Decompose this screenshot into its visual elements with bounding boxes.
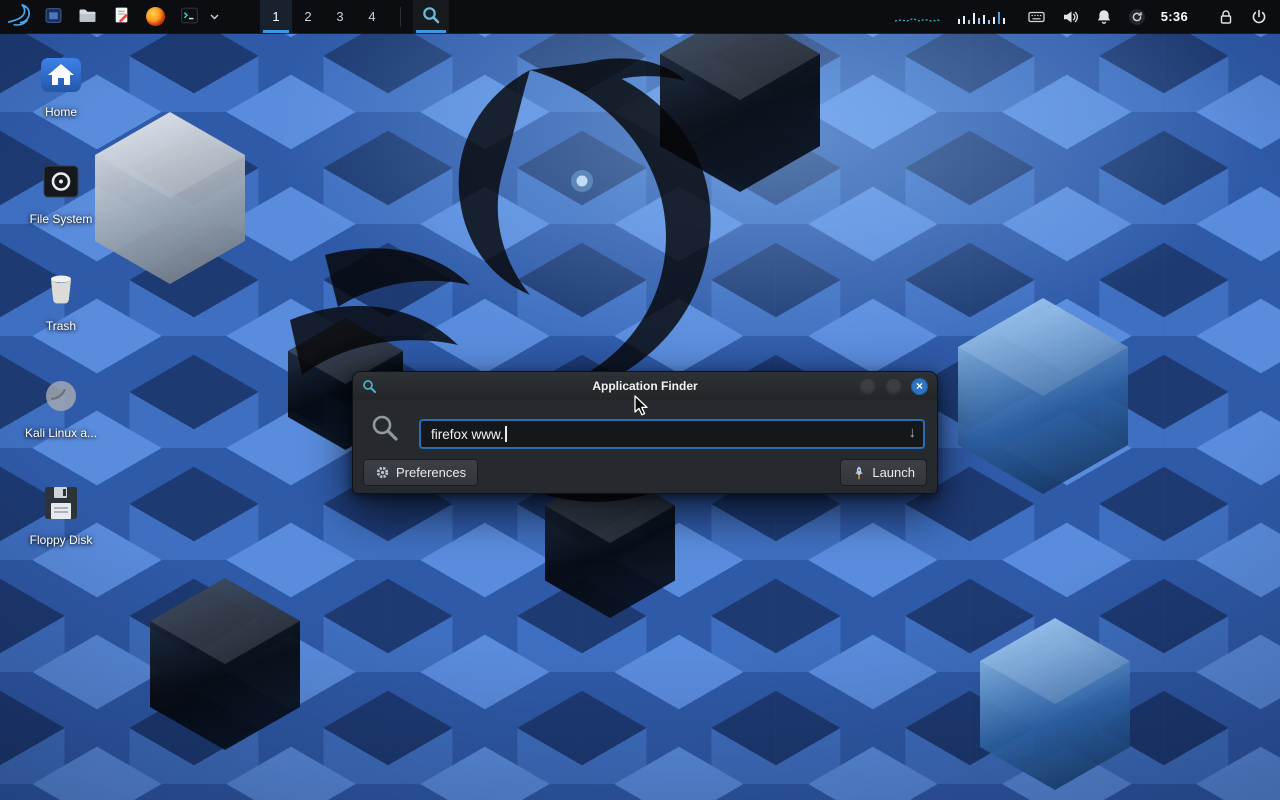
text-editor-launcher[interactable]: [106, 0, 136, 33]
workspace-switcher: 1 2 3 4: [260, 0, 388, 33]
network-monitor-graph-icon[interactable]: [956, 8, 1012, 26]
search-input[interactable]: firefox www. ↓: [419, 419, 925, 449]
window-controls: ×: [859, 378, 937, 395]
kali-menu-button[interactable]: [4, 0, 34, 33]
application-finder-window-icon: [362, 379, 377, 394]
application-finder-body: firefox www. ↓ Preferences: [353, 400, 937, 493]
desktop-icon-trash[interactable]: Trash: [18, 266, 104, 373]
gear-icon: [375, 465, 390, 480]
notifications-bell-icon[interactable]: [1095, 8, 1113, 26]
panel-separator: [400, 7, 401, 27]
minimize-button[interactable]: [859, 378, 876, 395]
panel-left-group: 1 2 3 4: [0, 0, 449, 33]
panel-right-group: 5:36: [895, 0, 1280, 33]
top-panel: 1 2 3 4: [0, 0, 1280, 33]
desktop-icon-label: Trash: [46, 319, 76, 333]
launch-label: Launch: [872, 465, 915, 480]
workspace-button-4[interactable]: 4: [356, 0, 388, 33]
updates-sync-icon[interactable]: [1128, 8, 1146, 26]
workspace-button-2[interactable]: 2: [292, 0, 324, 33]
workspace-button-3[interactable]: 3: [324, 0, 356, 33]
terminal-dropdown-chevron[interactable]: [208, 0, 220, 33]
firefox-icon: [146, 7, 165, 26]
window-title: Application Finder: [353, 379, 937, 393]
terminal-icon: [180, 7, 199, 27]
text-caret: [505, 426, 507, 442]
desktop-icon-label: Floppy Disk: [30, 533, 93, 547]
wallpaper-glass-cube: [95, 112, 245, 284]
workspace-button-1[interactable]: 1: [260, 0, 292, 33]
search-icon: [370, 413, 400, 448]
power-icon[interactable]: [1250, 8, 1268, 26]
desktop-icon-label: File System: [30, 212, 93, 226]
trash-icon: [38, 266, 84, 312]
system-monitor-graph-icon[interactable]: [895, 8, 941, 26]
workspace-label: 4: [368, 9, 375, 24]
application-finder-window: Application Finder × firefox www. ↓: [352, 371, 938, 494]
desktop-icon-floppy-disk[interactable]: Floppy Disk: [18, 480, 104, 587]
desktop-icon-label: Home: [45, 105, 77, 119]
preferences-label: Preferences: [396, 465, 466, 480]
desktop-icon-kali-linux[interactable]: Kali Linux a...: [18, 373, 104, 480]
wallpaper-black-cube: [150, 578, 300, 750]
text-editor-icon: [113, 6, 130, 27]
window-icon: [44, 7, 63, 27]
wallpaper-glass-cube: [980, 618, 1130, 790]
application-finder-task-icon: [421, 5, 441, 28]
home-folder-icon: [38, 52, 84, 98]
maximize-button[interactable]: [885, 378, 902, 395]
volume-icon[interactable]: [1061, 8, 1080, 26]
window-manager-launcher[interactable]: [38, 0, 68, 33]
workspace-label: 1: [272, 9, 279, 24]
lock-screen-icon[interactable]: [1217, 8, 1235, 26]
desktop-screen: 1 2 3 4: [0, 0, 1280, 800]
kali-docs-icon: [38, 373, 84, 419]
floppy-disk-icon: [38, 480, 84, 526]
file-system-drive-icon: [38, 159, 84, 205]
keyboard-layout-icon[interactable]: [1027, 8, 1046, 26]
entry-dropdown-icon[interactable]: ↓: [909, 425, 917, 440]
kali-logo-icon: [6, 2, 32, 31]
close-button[interactable]: ×: [911, 378, 928, 395]
firefox-launcher[interactable]: [140, 0, 170, 33]
workspace-label: 2: [304, 9, 311, 24]
terminal-launcher[interactable]: [174, 0, 204, 33]
wallpaper-glass-cube: [958, 298, 1128, 494]
desktop-icon-file-system[interactable]: File System: [18, 159, 104, 266]
search-input-value: firefox www.: [431, 427, 504, 442]
titlebar[interactable]: Application Finder ×: [353, 372, 937, 400]
file-manager-launcher[interactable]: [72, 0, 102, 33]
preferences-button[interactable]: Preferences: [363, 459, 478, 486]
desktop-icon-label: Kali Linux a...: [25, 426, 97, 440]
workspace-label: 3: [336, 9, 343, 24]
launch-button[interactable]: Launch: [840, 459, 927, 486]
clock[interactable]: 5:36: [1161, 9, 1188, 24]
desktop-icon-home[interactable]: Home: [18, 52, 104, 159]
taskbar-application-finder[interactable]: [413, 0, 449, 33]
folder-icon: [78, 7, 97, 26]
launch-rocket-icon: [852, 465, 866, 480]
desktop-icon-column: Home File System Trash: [18, 52, 104, 587]
